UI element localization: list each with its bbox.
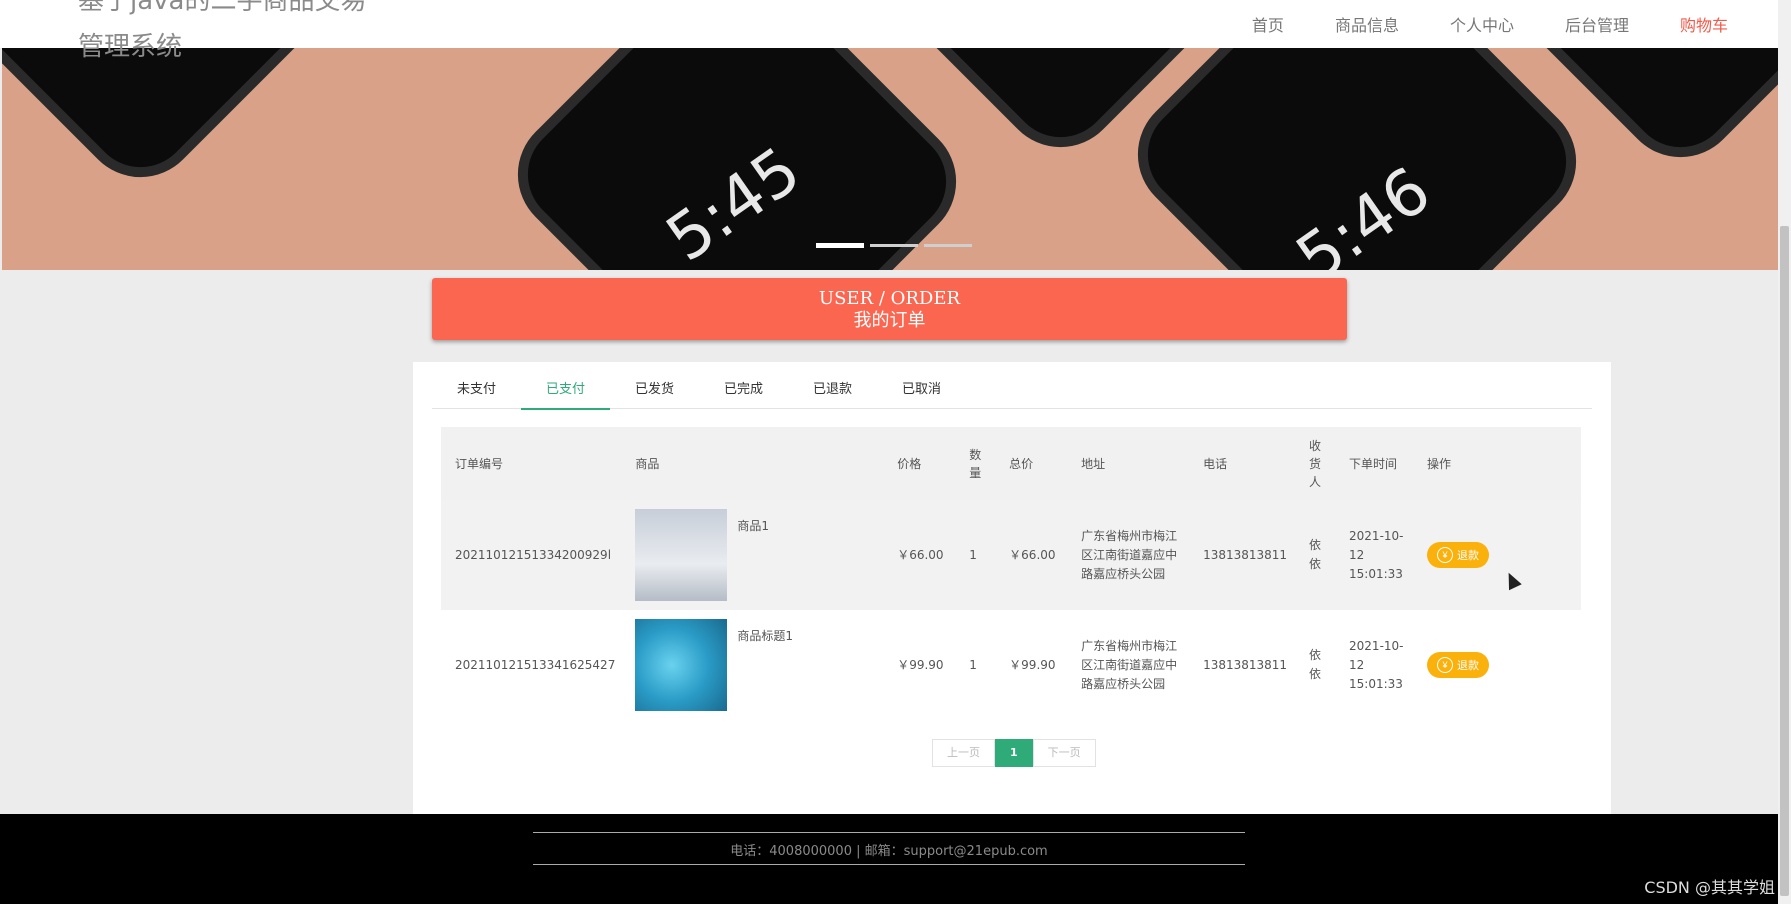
address: 广东省梅州市梅江区江南街道嘉应中路嘉应桥头公园 xyxy=(1081,528,1178,581)
prev-page-button[interactable]: 上一页 xyxy=(932,739,995,767)
footer-divider xyxy=(533,832,1245,833)
order-no: 202110121513341625427 xyxy=(455,657,616,672)
col-header-product: 商品 xyxy=(635,456,660,471)
tab-unpaid[interactable]: 未支付 xyxy=(432,372,521,408)
order-time: 2021-10-12 15:01:33 xyxy=(1349,638,1404,691)
order-no: 20211012151334200929l xyxy=(455,547,612,562)
col-header-time: 下单时间 xyxy=(1349,456,1398,471)
footer-divider xyxy=(533,864,1245,865)
scrollbar-thumb[interactable] xyxy=(1780,226,1789,896)
nav-link-home[interactable]: 首页 xyxy=(1252,12,1284,36)
order-header: USER / ORDER 我的订单 xyxy=(432,278,1347,340)
product-cell: 商品1 xyxy=(621,500,883,610)
phone: 13813813811 xyxy=(1203,657,1288,672)
banner-carousel[interactable]: 5:45 5:46 xyxy=(2,48,1778,270)
carousel-dot[interactable] xyxy=(924,244,972,247)
footer: 电话：4008000000 | 邮箱：support@21epub.com xyxy=(0,814,1778,904)
col-header-order-no: 订单编号 xyxy=(455,456,504,471)
refund-button[interactable]: ¥ 退款 xyxy=(1427,542,1490,568)
col-header-receiver: 收货人 xyxy=(1309,438,1322,489)
receiver: 依依 xyxy=(1309,538,1322,571)
address: 广东省梅州市梅江区江南街道嘉应中路嘉应桥头公园 xyxy=(1081,638,1178,691)
current-page-button[interactable]: 1 xyxy=(995,739,1033,767)
total-price: ￥66.00 xyxy=(1009,547,1056,562)
site-title: 基于java的二手商品交易管理系统 xyxy=(78,0,367,62)
col-header-action: 操作 xyxy=(1427,456,1452,471)
table-row: 20211012151334200929l 商品1 ￥66.00 1 ￥66.0… xyxy=(441,500,1581,610)
carousel-indicators xyxy=(816,243,972,248)
page-scrollbar[interactable] xyxy=(1778,0,1791,904)
order-table: 订单编号 商品 价格 数量 总价 地址 电话 收货人 下单时间 操作 20211… xyxy=(441,427,1581,720)
refund-button[interactable]: ¥ 退款 xyxy=(1427,652,1490,678)
product-name[interactable]: 商品标题1 xyxy=(737,627,793,646)
tab-cancelled[interactable]: 已取消 xyxy=(877,372,966,408)
table-header-row: 订单编号 商品 价格 数量 总价 地址 电话 收货人 下单时间 操作 xyxy=(441,427,1581,500)
refund-button-label: 退款 xyxy=(1457,550,1480,562)
order-header-title-en: USER / ORDER xyxy=(818,288,961,309)
quantity: 1 xyxy=(969,657,977,672)
tab-completed[interactable]: 已完成 xyxy=(699,372,788,408)
table-row: 202110121513341625427 商品标题1 ￥99.90 1 ￥99… xyxy=(441,610,1581,720)
nav-link-profile[interactable]: 个人中心 xyxy=(1450,12,1514,36)
refund-button-label: 退款 xyxy=(1457,660,1480,672)
col-header-price: 价格 xyxy=(897,456,922,471)
phone: 13813813811 xyxy=(1203,547,1288,562)
action-cell: ¥ 退款 xyxy=(1413,610,1581,720)
yen-icon: ¥ xyxy=(1437,657,1454,673)
quantity: 1 xyxy=(969,547,977,562)
nav-link-products[interactable]: 商品信息 xyxy=(1335,12,1399,36)
product-cell: 商品标题1 xyxy=(621,610,883,720)
order-panel: 未支付 已支付 已发货 已完成 已退款 已取消 订单编号 商品 价格 数量 总价… xyxy=(413,362,1611,814)
carousel-dot[interactable] xyxy=(870,244,918,247)
product-thumbnail[interactable] xyxy=(635,619,728,711)
receiver: 依依 xyxy=(1309,648,1322,681)
footer-contact: 电话：4008000000 | 邮箱：support@21epub.com xyxy=(730,844,1048,859)
tab-refunded[interactable]: 已退款 xyxy=(788,372,877,408)
banner-phone-image xyxy=(2,48,381,202)
product-name[interactable]: 商品1 xyxy=(737,517,769,536)
yen-icon: ¥ xyxy=(1437,547,1454,563)
order-time: 2021-10-12 15:01:33 xyxy=(1349,528,1404,581)
tab-shipped[interactable]: 已发货 xyxy=(610,372,699,408)
col-header-phone: 电话 xyxy=(1203,456,1228,471)
col-header-qty: 数量 xyxy=(969,447,982,480)
order-header-title-cn: 我的订单 xyxy=(853,310,926,331)
nav-link-cart[interactable]: 购物车 xyxy=(1680,12,1728,36)
carousel-dot[interactable] xyxy=(816,243,864,248)
top-navbar: 基于java的二手商品交易管理系统 首页 商品信息 个人中心 后台管理 购物车 xyxy=(0,0,1778,62)
col-header-total: 总价 xyxy=(1009,456,1034,471)
next-page-button[interactable]: 下一页 xyxy=(1032,739,1096,767)
price: ￥99.90 xyxy=(897,657,944,672)
watermark: CSDN @其其学姐 xyxy=(1644,878,1775,897)
price: ￥66.00 xyxy=(897,547,944,562)
tab-paid[interactable]: 已支付 xyxy=(521,372,610,410)
col-header-address: 地址 xyxy=(1081,456,1106,471)
action-cell: ¥ 退款 xyxy=(1413,500,1581,610)
order-status-tabs: 未支付 已支付 已发货 已完成 已退款 已取消 xyxy=(432,372,1592,410)
total-price: ￥99.90 xyxy=(1009,657,1056,672)
pagination: 上一页 1 下一页 xyxy=(932,739,1096,767)
nav-links: 首页 商品信息 个人中心 后台管理 购物车 xyxy=(1201,0,1728,48)
product-thumbnail[interactable] xyxy=(635,509,728,601)
nav-link-admin[interactable]: 后台管理 xyxy=(1565,12,1629,36)
